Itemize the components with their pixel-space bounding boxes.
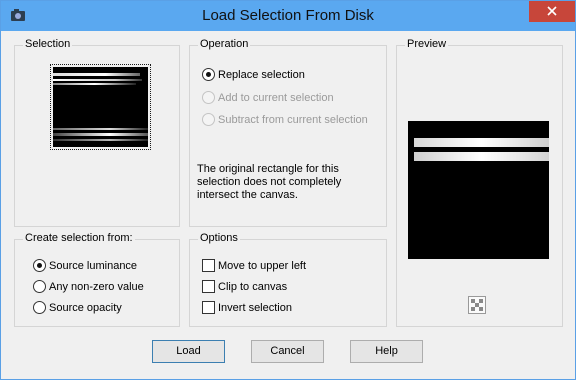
radio-label: Any non-zero value [49,280,144,293]
dialog-window: Load Selection From Disk Selection Opera… [0,0,576,380]
preview-image [408,121,549,259]
radio-indicator [33,259,46,272]
radio-indicator [202,68,215,81]
radio-label: Source opacity [49,301,122,314]
radio-label: Add to current selection [218,91,334,104]
checker-zoom-icon[interactable] [468,296,486,314]
radio-indicator [33,280,46,293]
radio-indicator [33,301,46,314]
add-to-selection-radio[interactable]: Add to current selection [202,91,334,104]
checkbox-label: Move to upper left [218,259,307,272]
radio-label: Source luminance [49,259,138,272]
preview-group-label: Preview [405,38,449,50]
selection-thumbnail[interactable] [50,64,151,150]
source-luminance-radio[interactable]: Source luminance [33,259,137,272]
radio-label: Replace selection [218,68,305,81]
cancel-button[interactable]: Cancel [251,340,324,363]
selection-thumbnail-image [53,67,148,147]
radio-label: Subtract from current selection [218,113,368,126]
close-button[interactable] [529,1,575,22]
help-button[interactable]: Help [350,340,423,363]
options-group-label: Options [198,232,240,244]
checkbox-label: Invert selection [218,301,292,314]
radio-indicator [202,113,215,126]
operation-group-label: Operation [198,38,251,50]
radio-indicator [202,91,215,104]
move-to-upper-left-checkbox[interactable]: Move to upper left [202,259,306,272]
checkbox-indicator [202,280,215,293]
checkbox-indicator [202,301,215,314]
window-title: Load Selection From Disk [202,7,374,24]
subtract-from-selection-radio[interactable]: Subtract from current selection [202,113,368,126]
title-bar[interactable]: Load Selection From Disk [1,1,575,31]
preview-stripe [414,138,549,147]
intersection-note: The original rectangle for this selectio… [197,163,342,201]
any-non-zero-radio[interactable]: Any non-zero value [33,280,144,293]
selection-group-label: Selection [23,38,73,50]
create-from-group-label: Create selection from: [23,232,135,244]
source-opacity-radio[interactable]: Source opacity [33,301,122,314]
clip-to-canvas-checkbox[interactable]: Clip to canvas [202,280,287,293]
checkerboard-icon [471,299,483,311]
checkbox-indicator [202,259,215,272]
preview-stripe [414,152,549,161]
load-button[interactable]: Load [152,340,225,363]
checkbox-label: Clip to canvas [218,280,288,293]
replace-selection-radio[interactable]: Replace selection [202,68,305,81]
invert-selection-checkbox[interactable]: Invert selection [202,301,292,314]
close-icon [547,6,557,16]
